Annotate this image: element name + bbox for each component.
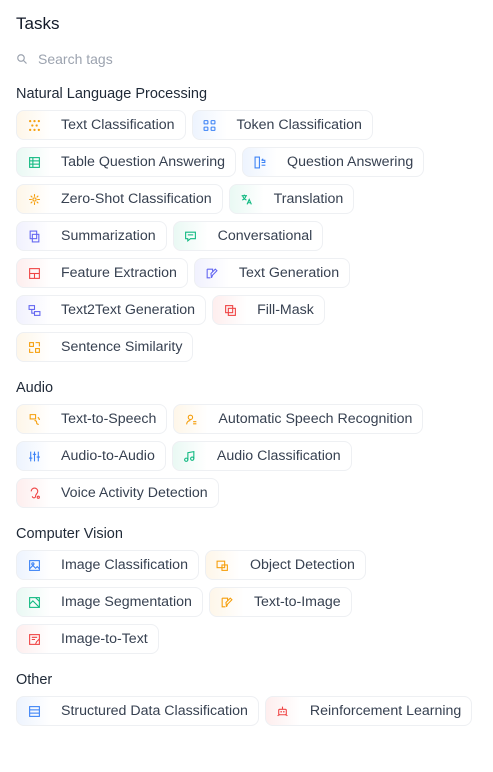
task-tag-label: Text Classification <box>61 117 175 133</box>
tag-list: Text-to-Speech Automatic Speech Recogniti… <box>16 404 477 508</box>
task-tag[interactable]: Token Classification <box>191 110 373 140</box>
task-tag-label: Voice Activity Detection <box>61 485 208 501</box>
text-to-image-icon <box>209 588 244 616</box>
task-tag[interactable]: Fill-Mask <box>212 295 325 325</box>
task-tag-label: Table Question Answering <box>61 154 226 170</box>
speech-recognition-icon <box>174 405 209 433</box>
task-tag-label: Reinforcement Learning <box>309 703 462 719</box>
task-tag[interactable]: Object Detection <box>204 550 366 580</box>
task-tag-label: Text-to-Image <box>253 594 341 610</box>
task-tag-label: Image-to-Text <box>61 631 148 647</box>
task-tag-label: Zero-Shot Classification <box>61 191 212 207</box>
sentence-similarity-icon <box>17 333 51 361</box>
task-tag[interactable]: Voice Activity Detection <box>16 478 219 508</box>
token-classification-icon <box>192 111 227 139</box>
task-tag[interactable]: Automatic Speech Recognition <box>173 404 424 434</box>
task-tag-label: Token Classification <box>236 117 362 133</box>
task-tag-label: Conversational <box>217 228 313 244</box>
task-tag[interactable]: Question Answering <box>242 147 425 177</box>
task-tag-label: Text Generation <box>238 265 340 281</box>
task-tag[interactable]: Image-to-Text <box>16 624 159 654</box>
task-section: Audio Text-to-Speech Automatic Speech Reco… <box>16 378 477 508</box>
task-tag-label: Text-to-Speech <box>61 411 157 427</box>
task-section: Other Structured Data Classification Reinf… <box>16 670 477 726</box>
task-tag[interactable]: Feature Extraction <box>16 258 188 288</box>
translation-icon <box>229 185 264 213</box>
task-tag[interactable]: Sentence Similarity <box>16 332 194 362</box>
zero-shot-icon <box>17 185 51 213</box>
task-tag[interactable]: Reinforcement Learning <box>264 696 473 726</box>
task-tag[interactable]: Structured Data Classification <box>16 696 259 726</box>
audio-to-audio-icon <box>17 442 51 470</box>
search-input[interactable] <box>38 51 338 67</box>
section-title: Audio <box>16 380 54 396</box>
task-section: Natural Language Processing Text Classifi… <box>16 84 477 362</box>
task-tag-label: Summarization <box>61 228 156 244</box>
image-to-text-icon <box>17 625 51 653</box>
task-tag-label: Audio Classification <box>216 448 341 464</box>
structured-data-icon <box>17 697 51 725</box>
task-tag[interactable]: Zero-Shot Classification <box>16 184 223 214</box>
task-tag[interactable]: Text-to-Image <box>208 587 352 617</box>
task-tag[interactable]: Summarization <box>16 221 167 251</box>
music-note-icon <box>172 442 207 470</box>
search-bar[interactable] <box>16 48 477 70</box>
feature-extraction-icon <box>17 259 51 287</box>
chat-icon <box>173 222 208 250</box>
text-to-speech-icon <box>17 405 51 433</box>
task-tag-label: Text2Text Generation <box>61 302 196 318</box>
image-segmentation-icon <box>17 588 51 616</box>
task-tag[interactable]: Translation <box>228 184 355 214</box>
task-tag[interactable]: Text-to-Speech <box>16 404 168 434</box>
task-tag-label: Question Answering <box>287 154 414 170</box>
task-sections: Natural Language Processing Text Classifi… <box>16 84 477 726</box>
tag-list: Image Classification Object Detection Imag… <box>16 550 477 654</box>
table-icon <box>17 148 51 176</box>
section-title: Computer Vision <box>16 526 123 542</box>
summarization-icon <box>17 222 51 250</box>
task-tag-label: Translation <box>273 191 344 207</box>
task-tag[interactable]: Text Classification <box>16 110 186 140</box>
text-generation-icon <box>194 259 229 287</box>
task-tag[interactable]: Image Classification <box>16 550 199 580</box>
panel-title: Tasks <box>16 14 60 33</box>
text2text-icon <box>17 296 51 324</box>
task-tag[interactable]: Image Segmentation <box>16 587 203 617</box>
task-tag-label: Structured Data Classification <box>61 703 248 719</box>
task-tag-label: Object Detection <box>249 557 355 573</box>
task-section: Computer Vision Image Classification Objec… <box>16 524 477 654</box>
task-tag[interactable]: Conversational <box>172 221 324 251</box>
task-tag[interactable]: Text Generation <box>193 258 351 288</box>
task-tag-label: Audio-to-Audio <box>61 448 155 464</box>
object-detection-icon <box>205 551 240 579</box>
text-classification-icon <box>17 111 51 139</box>
task-tag-label: Image Classification <box>61 557 188 573</box>
task-tag-label: Automatic Speech Recognition <box>218 411 413 427</box>
robot-icon <box>265 697 300 725</box>
task-tag[interactable]: Audio Classification <box>171 441 352 471</box>
task-tag[interactable]: Text2Text Generation <box>16 295 207 325</box>
task-tag-label: Fill-Mask <box>257 302 314 318</box>
image-classification-icon <box>17 551 51 579</box>
task-tag-label: Sentence Similarity <box>61 339 183 355</box>
tag-list: Structured Data Classification Reinforcem… <box>16 696 477 726</box>
tag-list: Text Classification Token Classification T… <box>16 110 477 362</box>
fill-mask-icon <box>213 296 248 324</box>
voice-activity-icon <box>17 479 51 507</box>
task-tag-label: Image Segmentation <box>61 594 192 610</box>
task-tag[interactable]: Table Question Answering <box>16 147 237 177</box>
task-tag[interactable]: Audio-to-Audio <box>16 441 166 471</box>
task-tag-label: Feature Extraction <box>61 265 177 281</box>
tasks-panel: Tasks Natural Language Processing Text Cl… <box>0 0 493 726</box>
question-answering-icon <box>243 148 278 176</box>
search-icon <box>17 54 27 64</box>
section-title: Other <box>16 672 53 688</box>
section-title: Natural Language Processing <box>16 86 208 102</box>
